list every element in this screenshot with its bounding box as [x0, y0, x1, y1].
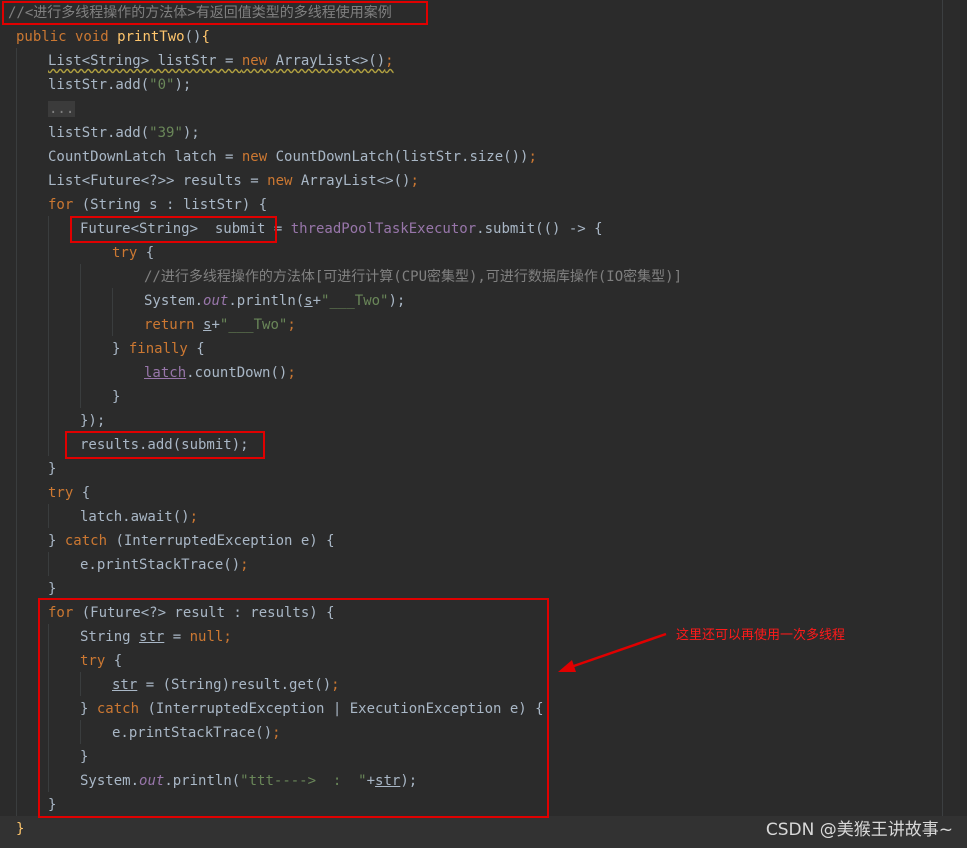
code-line[interactable]: e.printStackTrace();	[80, 553, 249, 577]
string-literal: "___Two"	[321, 293, 389, 309]
keyword: new	[267, 173, 301, 189]
code-text: List<String> listStr	[48, 53, 217, 69]
string-literal: "39"	[149, 125, 183, 141]
code-line-folded[interactable]: ...	[48, 97, 76, 121]
keyword: try	[112, 245, 146, 261]
indent-guide	[112, 288, 113, 336]
code-text: .submit(() -> {	[476, 221, 603, 237]
paren: ()	[184, 29, 202, 45]
semicolon: ;	[189, 509, 199, 525]
variable: latch	[144, 365, 187, 381]
static-field: out	[203, 293, 229, 309]
operator: +	[312, 293, 322, 309]
code-line[interactable]: List<Future<?>> results = new ArrayList<…	[48, 169, 419, 193]
code-text: e.printStackTrace()	[80, 557, 241, 573]
code-text: =	[216, 53, 242, 69]
method-name: printTwo	[117, 29, 185, 45]
highlight-box-future-submit	[70, 216, 277, 243]
code-line[interactable]: latch.countDown();	[144, 361, 296, 385]
right-margin-guide	[942, 0, 943, 848]
code-text: {	[145, 245, 155, 261]
code-line[interactable]: System.out.println(s+"___Two");	[144, 289, 405, 313]
code-line[interactable]: try {	[48, 481, 90, 505]
code-text: );	[388, 293, 406, 309]
code-text: );	[182, 125, 200, 141]
keyword: finally	[128, 341, 197, 357]
code-line[interactable]: return s+"___Two";	[144, 313, 296, 337]
semicolon: ;	[287, 317, 296, 333]
operator: +	[211, 317, 220, 333]
indent-guide	[80, 264, 81, 408]
code-text: List<Future<?>> results =	[48, 173, 268, 189]
code-text: (String s : listStr) {	[81, 197, 268, 213]
keyword: public void	[16, 29, 118, 45]
code-text: }	[48, 533, 65, 549]
annotation-arrow	[558, 632, 667, 672]
variable: s	[304, 293, 313, 309]
code-comment[interactable]: //进行多线程操作的方法体[可进行计算(CPU密集型),可进行数据库操作(IO密…	[144, 265, 682, 289]
semicolon: ;	[410, 173, 419, 189]
semicolon: ;	[240, 557, 249, 573]
code-line[interactable]: }	[48, 457, 56, 481]
code-text: );	[174, 77, 192, 93]
code-line[interactable]: } finally {	[112, 337, 205, 361]
open-brace: {	[201, 29, 210, 45]
semicolon: ;	[385, 53, 394, 69]
string-literal: "___Two"	[219, 317, 288, 333]
code-text: (InterruptedException e) {	[115, 533, 335, 549]
code-text: {	[81, 485, 91, 501]
semicolon: ;	[287, 365, 296, 381]
code-line[interactable]: listStr.add("39");	[48, 121, 200, 145]
code-text: listStr.add(	[48, 77, 150, 93]
code-line-closing-brace[interactable]: }	[16, 817, 24, 841]
code-text: latch.await()	[80, 509, 190, 525]
highlight-box-second-loop	[38, 598, 549, 818]
code-text: System.	[144, 293, 204, 309]
keyword: return	[144, 317, 204, 333]
code-text: CountDownLatch(listStr.size())	[275, 149, 529, 165]
code-text: listStr.add(	[48, 125, 150, 141]
code-line[interactable]: });	[80, 409, 105, 433]
code-line[interactable]: try {	[112, 241, 154, 265]
code-line[interactable]: CountDownLatch latch = new CountDownLatc…	[48, 145, 537, 169]
keyword: new	[241, 149, 276, 165]
code-line[interactable]: List<String> listStr = new ArrayList<>()…	[48, 49, 394, 73]
code-line[interactable]: latch.await();	[80, 505, 198, 529]
string-literal: "0"	[149, 77, 175, 93]
code-text: ArrayList<>()	[300, 173, 411, 189]
keyword: catch	[64, 533, 116, 549]
code-text: CountDownLatch latch =	[48, 149, 242, 165]
highlight-box-results-add	[65, 431, 265, 459]
semicolon: ;	[528, 149, 537, 165]
keyword: new	[241, 53, 276, 69]
highlight-box-header	[2, 1, 428, 25]
indent-guide	[48, 552, 49, 576]
fold-placeholder[interactable]: ...	[48, 101, 76, 117]
code-line[interactable]: } catch (InterruptedException e) {	[48, 529, 335, 553]
code-text: .println(	[228, 293, 305, 309]
keyword: for	[48, 197, 82, 213]
indent-guide	[16, 48, 17, 816]
code-editor[interactable]: //<进行多线程操作的方法体>有返回值类型的多线程使用案例 public voi…	[0, 0, 967, 848]
code-text: {	[196, 341, 205, 357]
code-line[interactable]: for (String s : listStr) {	[48, 193, 267, 217]
annotation-text: 这里还可以再使用一次多线程	[676, 628, 846, 643]
code-line-method-signature[interactable]: public void printTwo(){	[16, 25, 210, 49]
code-text: ArrayList<>()	[275, 53, 386, 69]
code-line[interactable]: }	[112, 385, 120, 409]
keyword: try	[48, 485, 82, 501]
code-text: }	[112, 341, 129, 357]
csdn-watermark: CSDN @美猴王讲故事~	[765, 820, 953, 840]
field-reference: threadPoolTaskExecutor	[290, 221, 477, 237]
indent-guide	[48, 504, 49, 528]
code-text: .countDown()	[186, 365, 288, 381]
indent-guide	[48, 216, 49, 456]
code-line[interactable]: listStr.add("0");	[48, 73, 191, 97]
